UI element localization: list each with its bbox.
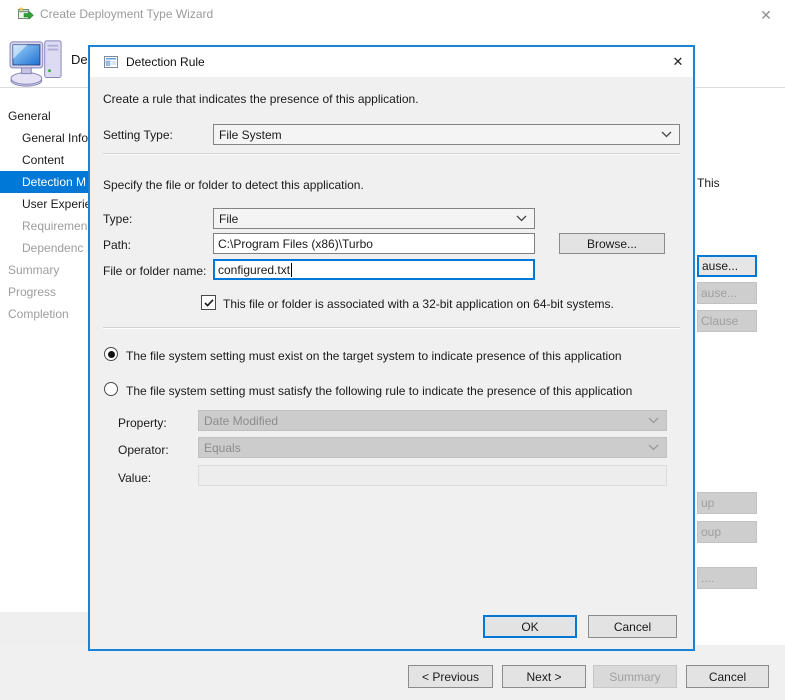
chevron-down-icon	[516, 215, 527, 222]
property-label: Property:	[118, 415, 167, 431]
previous-button[interactable]: < Previous	[408, 665, 493, 688]
radio-must-satisfy-label[interactable]: The file system setting must satisfy the…	[126, 383, 632, 399]
detection-rule-dialog-icon	[103, 54, 119, 73]
section-divider	[103, 153, 680, 155]
group-button: up	[697, 492, 757, 514]
browse-button[interactable]: Browse...	[559, 233, 665, 254]
dialog-intro-text: Create a rule that indicates the presenc…	[103, 91, 419, 107]
summary-button: Summary	[593, 665, 677, 688]
type-value: File	[219, 212, 238, 226]
file-name-label: File or folder name:	[103, 263, 206, 279]
section-divider	[103, 327, 680, 329]
radio-dot	[108, 351, 115, 358]
dialog-cancel-button[interactable]: Cancel	[588, 615, 677, 638]
radio-must-satisfy[interactable]	[104, 382, 118, 396]
ok-button[interactable]: OK	[483, 615, 577, 638]
connector-button: ....	[697, 567, 757, 589]
delete-clause-button: Clause	[697, 310, 757, 332]
wizard-window-icon	[18, 6, 34, 25]
dialog-close-icon[interactable]: ✕	[668, 52, 688, 72]
type-select[interactable]: File	[213, 208, 535, 229]
32bit-checkbox-label[interactable]: This file or folder is associated with a…	[223, 296, 614, 312]
radio-must-exist-label[interactable]: The file system setting must exist on th…	[126, 348, 622, 364]
page-text-fragment: This	[697, 176, 720, 190]
create-deployment-type-wizard-window: Create Deployment Type Wizard ✕ De Gener…	[0, 0, 785, 700]
window-title: Create Deployment Type Wizard	[40, 0, 213, 28]
type-label: Type:	[103, 211, 132, 227]
window-titlebar: Create Deployment Type Wizard ✕	[0, 0, 785, 28]
text-caret	[291, 263, 292, 277]
chevron-down-icon	[648, 417, 659, 424]
path-label: Path:	[103, 237, 131, 253]
page-title-fragment: De	[71, 52, 88, 67]
dialog-title: Detection Rule	[126, 47, 205, 77]
edit-clause-button: ause...	[697, 282, 757, 304]
property-select: Date Modified	[198, 410, 667, 431]
wizard-cancel-button[interactable]: Cancel	[686, 665, 769, 688]
ungroup-button: oup	[697, 521, 757, 543]
checkmark-icon	[203, 297, 215, 309]
specify-text: Specify the file or folder to detect thi…	[103, 177, 364, 193]
dialog-titlebar: Detection Rule ✕	[90, 47, 693, 77]
next-button[interactable]: Next >	[502, 665, 586, 688]
32bit-checkbox[interactable]	[201, 295, 216, 310]
setting-type-value: File System	[219, 128, 282, 142]
operator-select: Equals	[198, 437, 667, 458]
chevron-down-icon	[648, 444, 659, 451]
add-clause-button[interactable]: ause...	[697, 255, 757, 277]
setting-type-select[interactable]: File System	[213, 124, 680, 145]
path-input[interactable]: C:\Program Files (x86)\Turbo	[213, 233, 535, 254]
file-name-value: configured.txt	[218, 263, 290, 277]
chevron-down-icon	[661, 131, 672, 138]
setting-type-label: Setting Type:	[103, 127, 173, 143]
value-input	[198, 465, 667, 486]
computer-icon	[8, 38, 66, 93]
property-value: Date Modified	[204, 414, 278, 428]
detection-rule-dialog: Detection Rule ✕ Create a rule that indi…	[88, 45, 695, 651]
value-label: Value:	[118, 470, 151, 486]
operator-value: Equals	[204, 441, 241, 455]
path-value: C:\Program Files (x86)\Turbo	[218, 237, 373, 251]
operator-label: Operator:	[118, 442, 169, 458]
radio-must-exist[interactable]	[104, 347, 118, 361]
window-close-icon[interactable]: ✕	[756, 5, 776, 25]
file-name-input[interactable]: configured.txt	[213, 259, 535, 280]
